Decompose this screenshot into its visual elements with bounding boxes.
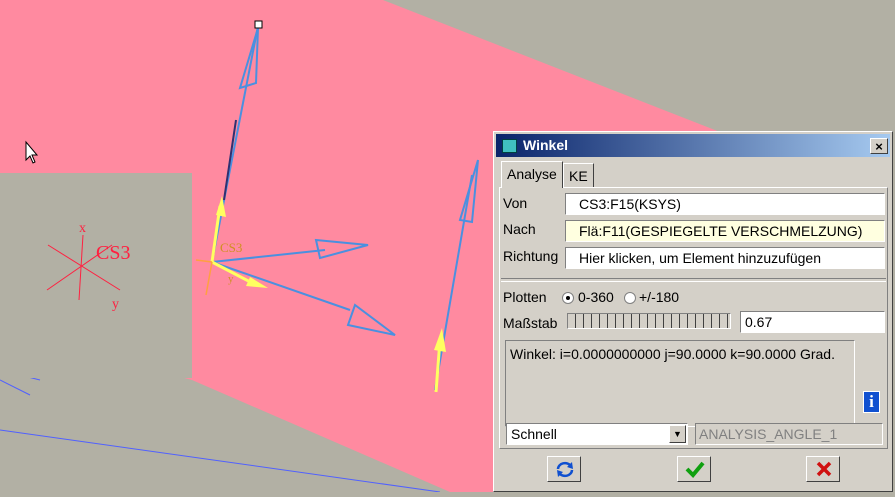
plotten-label: Plotten	[503, 289, 547, 305]
result-box: Winkel: i=0.0000000000 j=90.0000 k=90.00…	[505, 340, 855, 427]
scale-input[interactable]: 0.67	[740, 311, 885, 333]
richtung-label: Richtung	[503, 248, 559, 264]
window-icon	[502, 139, 517, 153]
chevron-down-icon[interactable]: ▼	[669, 425, 686, 443]
axis-y-label: y	[228, 273, 234, 285]
scale-slider[interactable]	[567, 313, 731, 329]
dialog-title: Winkel	[523, 137, 568, 153]
tab-analyse[interactable]: Analyse	[501, 161, 563, 188]
mode-value: Schnell	[511, 426, 557, 442]
radio-plus-minus-180[interactable]	[624, 292, 636, 304]
csys-label: CS3	[220, 240, 242, 255]
info-icon[interactable]: i	[863, 391, 880, 413]
separator	[501, 278, 886, 282]
analyse-panel: Von CS3:F15(KSYS) Nach Flä:F11(GESPIEGEL…	[499, 187, 888, 449]
inset-csys-label: CS3	[96, 242, 130, 264]
massstab-label: Maßstab	[503, 315, 558, 331]
inset-axis-x-label: x	[79, 221, 86, 236]
repeat-button[interactable]	[547, 456, 581, 482]
inset-axis-y-label: y	[112, 297, 119, 312]
nach-label: Nach	[503, 221, 536, 237]
x-icon	[816, 461, 832, 477]
mode-select[interactable]: Schnell ▼	[506, 423, 688, 445]
result-text: Winkel: i=0.0000000000 j=90.0000 k=90.00…	[510, 346, 835, 362]
repeat-icon	[556, 461, 574, 478]
von-field[interactable]: CS3:F15(KSYS)	[565, 193, 885, 215]
nach-field[interactable]: Flä:F11(GESPIEGELTE VERSCHMELZUNG)	[565, 220, 885, 242]
ok-button[interactable]	[677, 456, 711, 482]
cancel-button[interactable]	[806, 456, 840, 482]
richtung-field[interactable]: Hier klicken, um Element hinzuzufügen	[565, 247, 885, 269]
checkmark-icon	[685, 461, 705, 478]
dialog-titlebar[interactable]: Winkel ×	[496, 134, 890, 157]
von-label: Von	[503, 195, 528, 211]
angle-analysis-dialog[interactable]: Winkel × Analyse KE Von CS3:F15(KSYS) Na…	[493, 131, 893, 492]
inset-view	[0, 173, 192, 378]
radio-0-360-label[interactable]: 0-360	[578, 289, 614, 305]
radio-0-360[interactable]	[562, 292, 574, 304]
analysis-name-field[interactable]: ANALYSIS_ANGLE_1	[695, 423, 883, 445]
radio-plus-minus-180-label[interactable]: +/-180	[639, 289, 679, 305]
tab-ke[interactable]: KE	[563, 163, 594, 187]
close-button[interactable]: ×	[870, 138, 888, 154]
